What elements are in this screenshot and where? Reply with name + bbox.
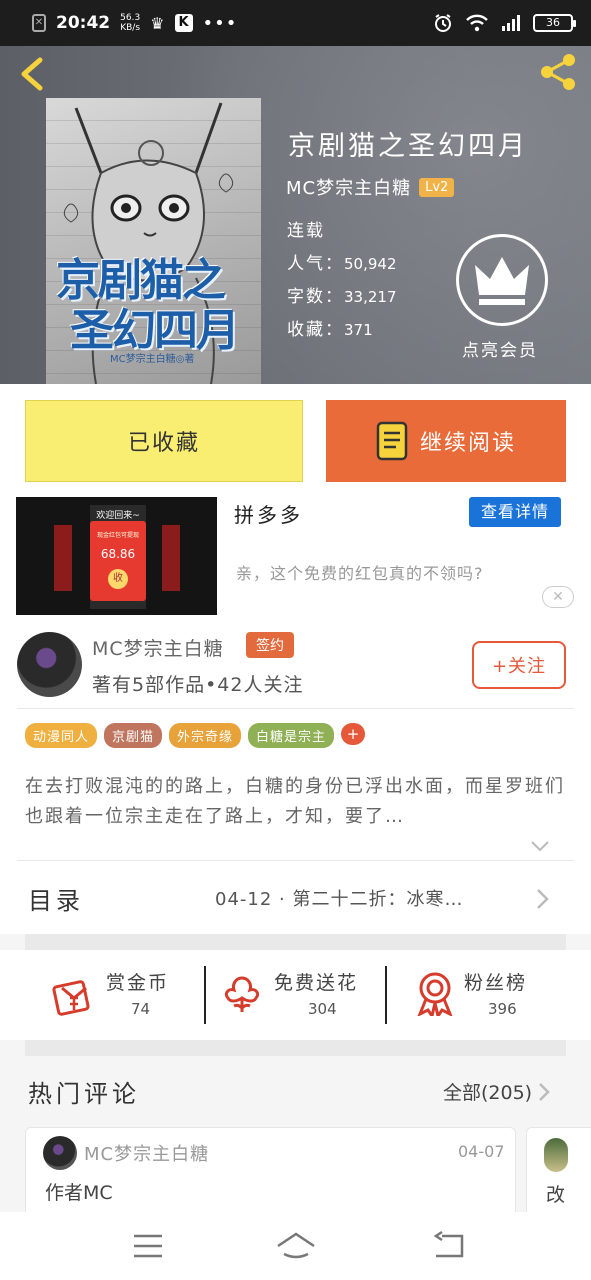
continue-reading-label: 继续阅读 [419, 431, 516, 456]
fan-ranking-count: 396 [488, 1000, 517, 1018]
author-stats: 著有5部作品•42人关注 [92, 674, 304, 696]
status-time: 20:42 [56, 13, 111, 33]
popularity-stat: 人气：50,942 [287, 254, 397, 274]
fan-ranking-button[interactable]: 粉丝榜 396 [392, 950, 562, 1040]
author-name[interactable]: MC梦宗主白糖 [92, 634, 224, 661]
comment-avatar[interactable] [43, 1136, 77, 1170]
cover-author-text: MC梦宗主白糖◎著 [110, 354, 195, 365]
ad-close-button[interactable]: ✕ [542, 586, 574, 608]
serial-status: 连载 [287, 221, 325, 241]
hot-comments-section: 热门评论 全部(205) MC梦宗主白糖 04-07 作者MC 改 [0, 1056, 591, 1227]
chevron-down-icon [531, 841, 549, 852]
reward-coins-label: 赏金币 [106, 972, 170, 994]
all-comments-link[interactable]: 全部(205) [443, 1078, 550, 1105]
divider [17, 708, 574, 709]
tag-item[interactable]: 白糖是宗主 [248, 723, 335, 748]
book-author[interactable]: MC梦宗主白糖 [286, 174, 411, 200]
back-button[interactable] [14, 54, 50, 94]
follow-button[interactable]: +关注 [472, 641, 566, 689]
battery-indicator: 36 [533, 14, 576, 32]
more-notifications-icon: ••• [202, 12, 238, 34]
close-icon: ✕ [552, 589, 564, 605]
word-count-stat: 字数：33,217 [287, 287, 397, 307]
menu-icon [134, 1234, 162, 1258]
system-nav-bar [0, 1212, 591, 1280]
crown-status-icon: ♛ [150, 13, 165, 33]
favorites-stat: 收藏：371 [287, 320, 373, 340]
crown-icon [475, 257, 529, 305]
divider [17, 860, 574, 861]
hot-comments-title: 热门评论 [28, 1080, 140, 1108]
status-bar: ✕ 20:42 56.3 KB/s ♛ K ••• 36 [0, 0, 591, 46]
fan-ranking-label: 粉丝榜 [464, 972, 528, 994]
comment-date: 04-07 [458, 1142, 505, 1161]
ad-description: 亲，这个免费的红包真的不领吗? [236, 564, 484, 583]
cover-title-art: 京剧猫之 圣幻四月 [56, 255, 240, 356]
ad-image[interactable]: 欢迎回来~ 现金红包可提现 68.86 收 [16, 497, 217, 615]
alarm-icon [435, 14, 451, 32]
chevron-right-icon [537, 889, 549, 909]
author-section: MC梦宗主白糖 签约 著有5部作品•42人关注 +关注 动漫同人 京剧猫 外宗奇… [0, 622, 591, 862]
home-icon [277, 1232, 315, 1259]
tag-item[interactable]: 京剧猫 [104, 723, 163, 748]
section-separator [25, 1040, 566, 1056]
reward-separator [385, 966, 387, 1024]
reward-separator [204, 966, 206, 1024]
k-app-icon: K [174, 14, 193, 32]
book-synopsis[interactable]: 在去打败混沌的的路上，白糖的身份已浮出水面，而星罗班们也跟着一位宗主走在了路上，… [25, 772, 570, 832]
book-author-row: MC梦宗主白糖 Lv2 [286, 174, 455, 200]
back-nav-icon [433, 1230, 464, 1258]
flower-icon [224, 976, 260, 1012]
coin-envelope-icon [52, 980, 90, 1016]
section-separator [25, 934, 566, 950]
toc-label: 目录 [28, 887, 84, 915]
tag-list: 动漫同人 京剧猫 外宗奇缘 白糖是宗主 + [25, 723, 366, 748]
continue-reading-button[interactable]: 继续阅读 [326, 400, 566, 482]
tag-item[interactable]: 动漫同人 [25, 723, 98, 748]
table-of-contents-row[interactable]: 目录 04-12 · 第二十二折：冰寒… [0, 862, 591, 934]
expand-synopsis-button[interactable] [530, 837, 550, 856]
ad-detail-button[interactable]: 查看详情 [469, 497, 561, 527]
reward-coins-count: 74 [131, 1000, 151, 1018]
tag-item[interactable]: 外宗奇缘 [169, 723, 242, 748]
ad-banner[interactable]: 欢迎回来~ 现金红包可提现 68.86 收 拼多多 查看详情 亲，这个免费的红包… [0, 494, 591, 622]
level-badge: Lv2 [419, 177, 455, 197]
share-button[interactable] [539, 52, 579, 92]
reward-coins-button[interactable]: 赏金币 74 [40, 950, 190, 1040]
network-speed: 56.3 KB/s [120, 13, 141, 33]
chevron-right-icon [539, 1082, 550, 1101]
all-comments-label: 全部(205) [443, 1082, 533, 1104]
more-tags-button[interactable]: + [341, 723, 366, 745]
signal-icon [502, 15, 520, 31]
book-title: 京剧猫之圣幻四月 [288, 131, 528, 162]
reward-row: 赏金币 74 免费送花 304 粉丝榜 396 [0, 950, 591, 1040]
vip-label: 点亮会员 [462, 341, 538, 361]
ad-title: 拼多多 [234, 503, 303, 527]
send-flower-label: 免费送花 [274, 972, 359, 994]
wifi-icon [466, 14, 488, 32]
author-avatar[interactable] [17, 632, 82, 697]
vip-button[interactable] [456, 234, 548, 326]
back-icon [21, 57, 43, 91]
book-icon [376, 421, 408, 461]
send-flower-button[interactable]: 免费送花 304 [210, 950, 380, 1040]
latest-chapter: 04-12 · 第二十二折：冰寒… [215, 889, 464, 910]
comment-user[interactable]: MC梦宗主白糖 [84, 1140, 209, 1166]
comment-text: 作者MC [45, 1182, 113, 1204]
back-nav-button[interactable] [430, 1230, 470, 1262]
comment-text: 改 [546, 1184, 566, 1206]
signed-badge: 签约 [246, 632, 294, 658]
send-flower-count: 304 [308, 1000, 337, 1018]
medal-icon [417, 972, 453, 1016]
book-header: 京剧猫之 圣幻四月 MC梦宗主白糖◎著 京剧猫之圣幻四月 MC梦宗主白糖 Lv2… [0, 46, 591, 384]
menu-button[interactable] [128, 1230, 168, 1262]
action-bar: 已收藏 继续阅读 [0, 384, 591, 494]
home-button[interactable] [276, 1230, 316, 1262]
share-icon [541, 54, 575, 90]
favorited-button[interactable]: 已收藏 [25, 400, 303, 482]
comment-avatar[interactable] [544, 1138, 568, 1172]
notification-x-icon: ✕ [32, 14, 46, 32]
book-cover[interactable]: 京剧猫之 圣幻四月 MC梦宗主白糖◎著 [46, 98, 261, 384]
